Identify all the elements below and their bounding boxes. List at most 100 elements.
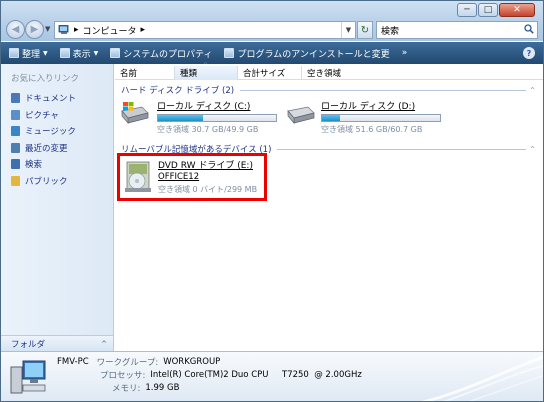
back-arrow-icon: ◀ <box>11 24 20 35</box>
memory-value: 1.99 GB <box>145 382 180 393</box>
workgroup-key: ワークグループ: <box>96 357 159 368</box>
public-icon <box>11 175 20 186</box>
organize-icon <box>9 48 19 58</box>
views-label: 表示 <box>72 49 91 60</box>
drive-name: DVD RW ドライブ (E:) <box>158 161 253 171</box>
sidebar-item-music[interactable]: ミュージック <box>11 123 76 140</box>
drive-free-space: 空き領域 51.6 GB/60.7 GB <box>321 125 423 134</box>
column-header: 名前 ^ 種類 合計サイズ 空き領域 <box>115 62 543 80</box>
organize-label: 整理 <box>22 49 41 60</box>
drive-d[interactable]: ローカル ディスク (D:) 空き領域 51.6 GB/60.7 GB <box>321 99 441 135</box>
drive-c[interactable]: ローカル ディスク (C:) 空き領域 30.7 GB/49.9 GB <box>157 99 277 135</box>
details-processor-row: プロセッサ: Intel(R) Core(TM)2 Duo CPU T7250 … <box>57 368 362 381</box>
address-separator-after[interactable]: ▸ <box>141 25 146 35</box>
processor-key: プロセッサ: <box>100 370 146 381</box>
column-type[interactable]: ^ 種類 <box>175 62 238 80</box>
column-total-size[interactable]: 合計サイズ <box>238 66 302 80</box>
command-toolbar: 整理 ▼ 表示 ▼ システムのプロパティ プログラムのアンインストールと変更 »… <box>1 42 543 64</box>
search-placeholder: 検索 <box>381 26 400 37</box>
search-folder-icon <box>11 159 20 170</box>
sort-up-icon: ^ <box>203 62 209 69</box>
search-icon[interactable] <box>524 23 534 37</box>
chevron-down-icon: ▼ <box>43 49 48 57</box>
sidebar-item-label: ドキュメント <box>25 94 77 105</box>
chevron-down-icon: ▼ <box>93 49 99 57</box>
back-button[interactable]: ◀ <box>6 20 25 39</box>
details-workgroup-row: FMV-PC ワークグループ: WORKGROUP <box>57 355 362 368</box>
title-bar: ─ □ ✕ ◀ ▶ ▼ ▸ コンピュータ ▸ ▼ ↻ 検索 <box>1 1 543 41</box>
maximize-button[interactable]: □ <box>478 3 498 17</box>
disc-label: OFFICE12 <box>158 172 200 182</box>
close-button[interactable]: ✕ <box>499 3 535 17</box>
drive-usage-bar <box>157 114 277 122</box>
toolbar-overflow-label: » <box>401 48 408 58</box>
sidebar-item-documents[interactable]: ドキュメント <box>11 90 76 107</box>
drive-usage-fill <box>322 115 340 121</box>
memory-key: メモリ: <box>112 383 141 394</box>
drive-usage-fill <box>158 115 203 121</box>
system-properties-button[interactable]: システムのプロパティ <box>110 47 212 60</box>
drive-e-text: DVD RW ドライブ (E:) OFFICE12 空き領域 0 バイト/299… <box>158 158 257 195</box>
minimize-button[interactable]: ─ <box>457 3 477 17</box>
drive-usage-bar <box>321 114 441 122</box>
column-type-label: 種類 <box>180 69 198 79</box>
sidebar-item-label: パブリック <box>25 176 68 187</box>
organize-button[interactable]: 整理 ▼ <box>9 47 48 60</box>
collapse-icon[interactable]: ^ <box>530 146 535 153</box>
drive-name: ローカル ディスク (D:) <box>321 102 416 112</box>
computer-icon <box>10 360 46 394</box>
group-divider <box>277 148 526 150</box>
favorite-links-list: ドキュメント ピクチャ ミュージック 最近の変更 検索 パブリック <box>11 90 76 189</box>
views-icon <box>59 48 70 58</box>
refresh-icon: ↻ <box>360 24 370 36</box>
sidebar-item-recent[interactable]: 最近の変更 <box>11 140 76 157</box>
group-title: ハード ディスク ドライブ (2) <box>121 86 235 96</box>
hard-disk-windows-icon[interactable] <box>119 101 149 125</box>
uninstall-icon <box>224 48 235 58</box>
column-free-space[interactable]: 空き領域 <box>302 66 366 80</box>
address-separator[interactable]: ▸ <box>74 25 79 35</box>
group-divider <box>240 89 526 91</box>
computer-name: FMV-PC <box>57 356 89 367</box>
uninstall-programs-label: プログラムのアンインストールと変更 <box>237 49 390 60</box>
details-swirl-decoration <box>422 355 543 401</box>
address-bar[interactable]: ▸ コンピュータ ▸ ▼ <box>54 21 356 39</box>
system-properties-icon <box>110 48 121 58</box>
computer-details: FMV-PC ワークグループ: WORKGROUP プロセッサ: Intel(R… <box>57 355 362 394</box>
recent-pages-dropdown[interactable]: ▼ <box>45 25 50 33</box>
sidebar-item-pictures[interactable]: ピクチャ <box>11 107 76 124</box>
sidebar-item-searches[interactable]: 検索 <box>11 156 76 173</box>
forward-arrow-icon: ▶ <box>30 24 39 35</box>
file-list: ハード ディスク ドライブ (2) ^ ローカル ディスク (C:) 空き領域 … <box>115 81 543 351</box>
workgroup-value: WORKGROUP <box>163 356 221 367</box>
hard-disk-icon[interactable] <box>285 103 315 127</box>
collapse-icon[interactable]: ^ <box>530 87 535 94</box>
system-properties-label: システムのプロパティ <box>123 49 213 60</box>
drive-free-space: 空き領域 0 バイト/299 MB <box>158 185 258 194</box>
group-header-hdd[interactable]: ハード ディスク ドライブ (2) ^ <box>121 84 535 96</box>
refresh-button[interactable]: ↻ <box>357 21 373 39</box>
details-memory-row: メモリ: 1.99 GB <box>57 381 362 394</box>
drive-e-highlight[interactable]: DVD RW ドライブ (E:) OFFICE12 空き領域 0 バイト/299… <box>117 153 267 201</box>
documents-icon <box>11 93 20 104</box>
sidebar-item-label: ミュージック <box>25 127 76 138</box>
chevron-up-icon: ^ <box>101 339 107 348</box>
favorite-links-title: お気に入りリンク <box>11 74 80 84</box>
search-input[interactable]: 検索 <box>376 21 538 39</box>
processor-value: Intel(R) Core(TM)2 Duo CPU T7250 @ 2.00G… <box>150 369 362 380</box>
folders-toggle[interactable]: フォルダ ^ <box>1 335 113 351</box>
address-dropdown-button[interactable]: ▼ <box>341 22 355 38</box>
address-path[interactable]: コンピュータ <box>83 24 137 37</box>
computer-icon <box>58 25 70 35</box>
column-name[interactable]: 名前 <box>115 66 175 80</box>
uninstall-programs-button[interactable]: プログラムのアンインストールと変更 <box>224 47 390 60</box>
help-icon[interactable]: ? <box>523 47 535 59</box>
folders-label: フォルダ <box>11 339 46 350</box>
recent-icon <box>11 142 20 153</box>
sidebar-item-public[interactable]: パブリック <box>11 173 76 190</box>
sidebar-item-label: 最近の変更 <box>25 143 68 154</box>
forward-button[interactable]: ▶ <box>25 20 44 39</box>
views-button[interactable]: 表示 ▼ <box>59 47 99 60</box>
toolbar-overflow-button[interactable]: » <box>402 48 408 58</box>
drive-name: ローカル ディスク (C:) <box>157 102 251 112</box>
